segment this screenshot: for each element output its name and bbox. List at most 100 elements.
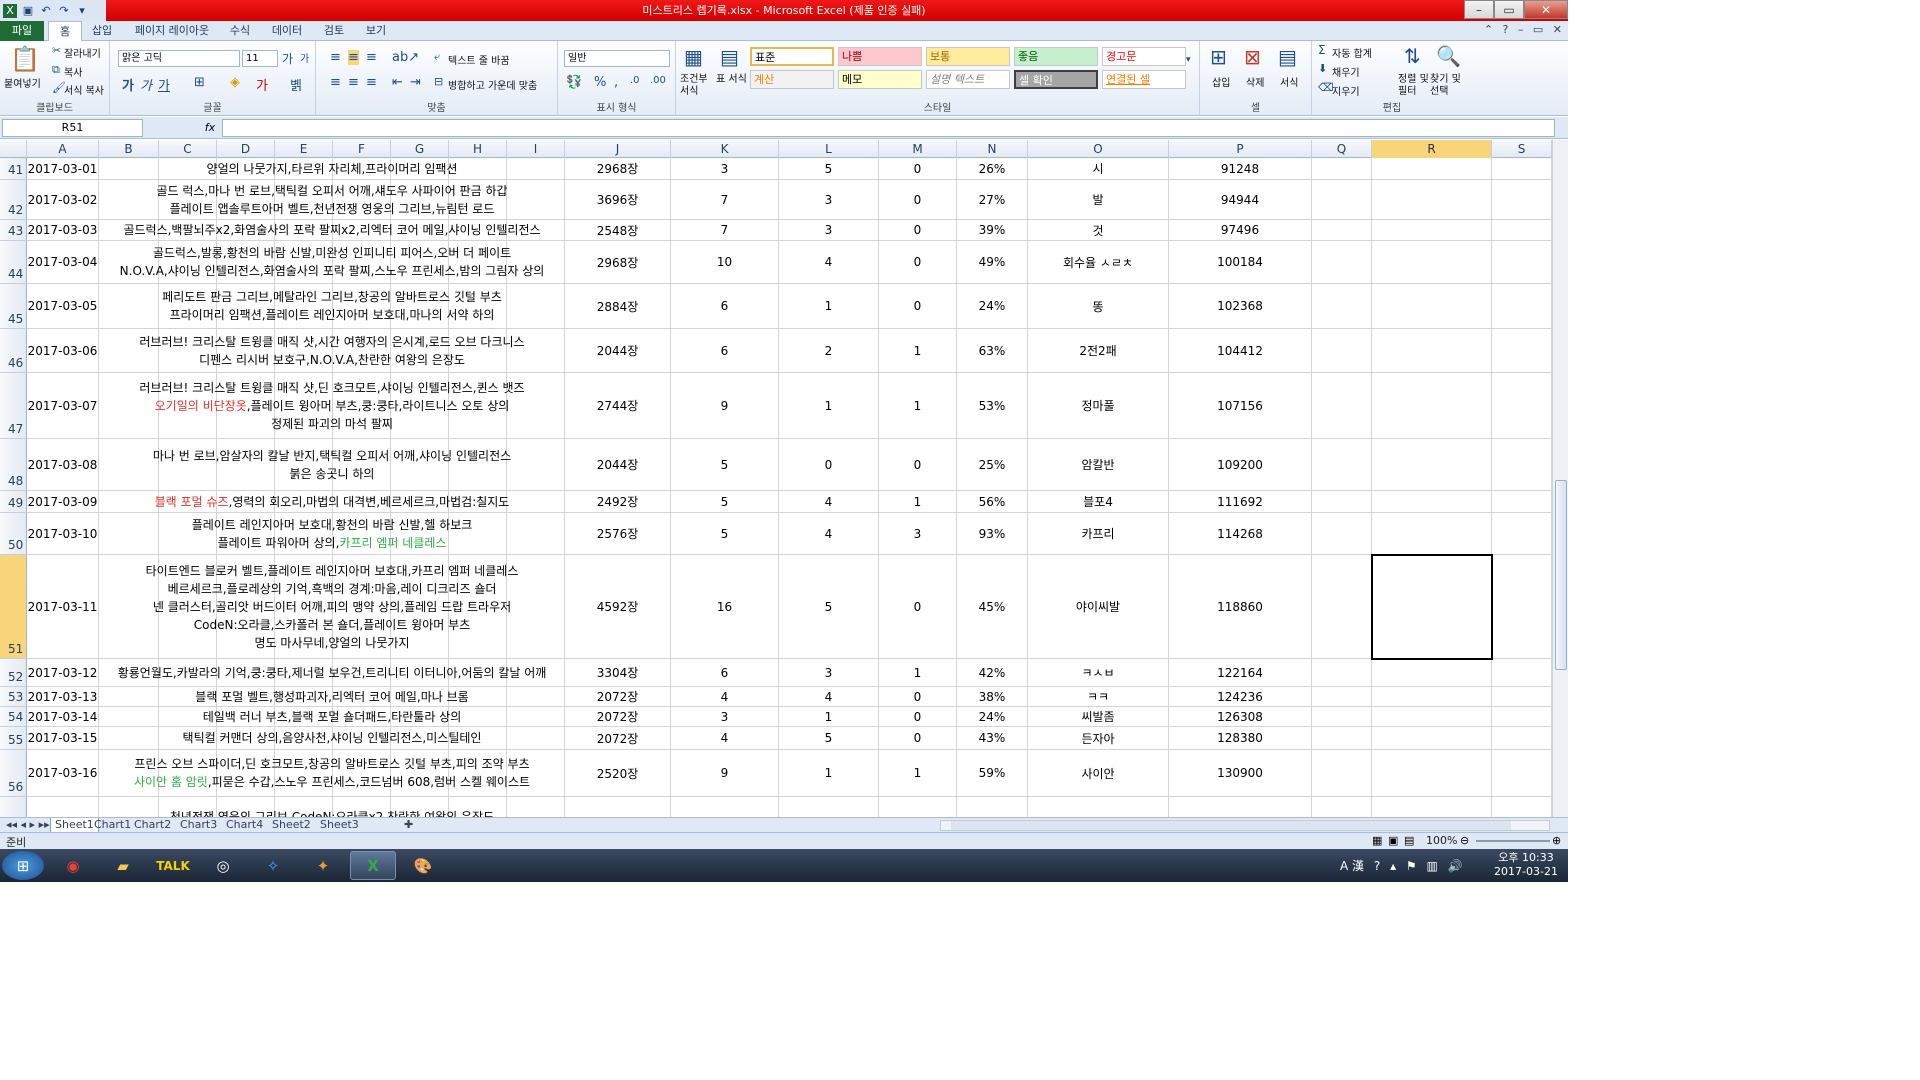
cell-k[interactable]: 9: [671, 750, 779, 796]
name-box[interactable]: R51: [2, 119, 143, 137]
format-as-table-button[interactable]: 표 서식: [716, 74, 750, 86]
column-header-a[interactable]: A: [27, 140, 99, 158]
zoom-level[interactable]: 100%: [1426, 834, 1457, 847]
align-bottom-icon[interactable]: ≡: [366, 50, 377, 65]
cell-a[interactable]: 2017-03-03: [27, 220, 99, 240]
column-header-q[interactable]: Q: [1312, 140, 1372, 158]
zoom-slider[interactable]: [1476, 840, 1550, 842]
cell-o[interactable]: 정마풀: [1028, 373, 1169, 438]
cell-p[interactable]: 130900: [1169, 750, 1312, 796]
cell-l[interactable]: 1: [779, 707, 879, 726]
cell-j[interactable]: 2492장: [565, 491, 671, 512]
row-header[interactable]: 56: [0, 750, 27, 797]
tab-insert[interactable]: 삽입: [84, 21, 120, 41]
tab-data[interactable]: 데이터: [264, 21, 310, 41]
cell-q[interactable]: [1312, 373, 1372, 438]
cell-p[interactable]: 97496: [1169, 220, 1312, 240]
column-header-k[interactable]: K: [671, 140, 779, 158]
insert-sheet-icon[interactable]: ✚: [400, 818, 417, 833]
cell-l[interactable]: 1: [779, 750, 879, 796]
cell-r[interactable]: [1372, 797, 1492, 817]
cell-p[interactable]: 100184: [1169, 241, 1312, 283]
cell-style-0[interactable]: 표준: [750, 47, 834, 66]
kakaotalk-icon[interactable]: TALK: [150, 851, 196, 880]
paste-button[interactable]: 붙여넣기: [4, 75, 41, 90]
cell-a[interactable]: 2017-03-07: [27, 373, 99, 438]
cell-a[interactable]: 2017-03-05: [27, 284, 99, 328]
insert-cells-icon[interactable]: ⊞: [1210, 45, 1227, 69]
fill-color-icon[interactable]: ◈: [230, 75, 240, 90]
format-cells-icon[interactable]: ▤: [1278, 45, 1297, 69]
workbook-restore-icon[interactable]: ▭: [1533, 23, 1543, 36]
cell-l[interactable]: 5: [779, 555, 879, 658]
cell-a[interactable]: 2017-03-16: [27, 750, 99, 796]
cell-q[interactable]: [1312, 687, 1372, 706]
cell-l[interactable]: 4: [779, 687, 879, 706]
chrome-icon[interactable]: ◉: [50, 851, 96, 880]
cell-style-8[interactable]: 셀 확인: [1014, 70, 1098, 89]
format-as-table-icon[interactable]: ▤: [720, 45, 739, 69]
sort-filter-button[interactable]: 정렬 및 필터: [1398, 74, 1430, 98]
cell-r[interactable]: [1372, 659, 1492, 686]
cell-k[interactable]: 4: [671, 727, 779, 749]
cell-r[interactable]: [1372, 373, 1492, 438]
cell-l[interactable]: 5: [779, 727, 879, 749]
cell-k[interactable]: 16: [671, 555, 779, 658]
decrease-decimal-icon[interactable]: .00: [650, 75, 666, 86]
cell-o[interactable]: [1028, 797, 1169, 817]
cell-o[interactable]: 든자아: [1028, 727, 1169, 749]
cell-l[interactable]: 4: [779, 241, 879, 283]
battlenet-icon[interactable]: ✧: [250, 851, 296, 880]
start-button-icon[interactable]: ⊞: [2, 851, 44, 880]
italic-icon[interactable]: 가: [140, 75, 152, 94]
cell-k[interactable]: 5: [671, 439, 779, 490]
view-page-layout-icon[interactable]: ▣: [1388, 834, 1398, 847]
cell-q[interactable]: [1312, 220, 1372, 240]
cell-a[interactable]: 2017-03-13: [27, 687, 99, 706]
column-header-r[interactable]: R: [1372, 140, 1492, 158]
volume-icon[interactable]: 🔊: [1448, 859, 1463, 873]
cell-n[interactable]: 27%: [957, 180, 1028, 219]
cell-m[interactable]: 0: [879, 220, 957, 240]
cell-o[interactable]: 야이씨발: [1028, 555, 1169, 658]
cell-q[interactable]: [1312, 659, 1372, 686]
formula-input[interactable]: [222, 119, 1555, 137]
cell-r[interactable]: [1372, 241, 1492, 283]
cell-m[interactable]: 0: [879, 158, 957, 179]
cell-s[interactable]: [1492, 687, 1552, 706]
cell-k[interactable]: 4: [671, 687, 779, 706]
cell-m[interactable]: 0: [879, 687, 957, 706]
row-header[interactable]: 42: [0, 180, 27, 220]
cell-a[interactable]: 2017-03-09: [27, 491, 99, 512]
fill-button[interactable]: 채우기: [1332, 64, 1360, 79]
font-size-dropdown[interactable]: 11: [242, 50, 278, 67]
conditional-format-icon[interactable]: ▦: [684, 45, 703, 69]
row-header[interactable]: 45: [0, 284, 27, 329]
cell-a[interactable]: 2017-03-10: [27, 513, 99, 554]
row-header[interactable]: 55: [0, 727, 27, 750]
cell-l[interactable]: 1: [779, 373, 879, 438]
cell-p[interactable]: 118860: [1169, 555, 1312, 658]
vertical-scroll-thumb[interactable]: [1555, 480, 1567, 670]
minimize-ribbon-icon[interactable]: ⌃: [1484, 23, 1493, 36]
cell-q[interactable]: [1312, 180, 1372, 219]
sheet-tab-sheet3[interactable]: Sheet3: [316, 818, 363, 833]
cell-n[interactable]: 43%: [957, 727, 1028, 749]
border-icon[interactable]: ⊞: [194, 75, 205, 90]
find-select-button[interactable]: 찾기 및 선택: [1430, 74, 1466, 98]
media-player-icon[interactable]: ◎: [200, 851, 246, 880]
column-header-i[interactable]: I: [507, 140, 565, 158]
cell-l[interactable]: 0: [779, 439, 879, 490]
cell-l[interactable]: 3: [779, 180, 879, 219]
cell-o[interactable]: 사이안: [1028, 750, 1169, 796]
cell-o[interactable]: 카프리: [1028, 513, 1169, 554]
column-header-g[interactable]: G: [391, 140, 449, 158]
cell-q[interactable]: [1312, 555, 1372, 658]
cell-r[interactable]: [1372, 329, 1492, 372]
cell-a[interactable]: 2017-03-11: [27, 555, 99, 658]
column-header-o[interactable]: O: [1028, 140, 1169, 158]
cell-j[interactable]: 2072장: [565, 707, 671, 726]
cell-s[interactable]: [1492, 220, 1552, 240]
cell-q[interactable]: [1312, 284, 1372, 328]
cell-q[interactable]: [1312, 439, 1372, 490]
